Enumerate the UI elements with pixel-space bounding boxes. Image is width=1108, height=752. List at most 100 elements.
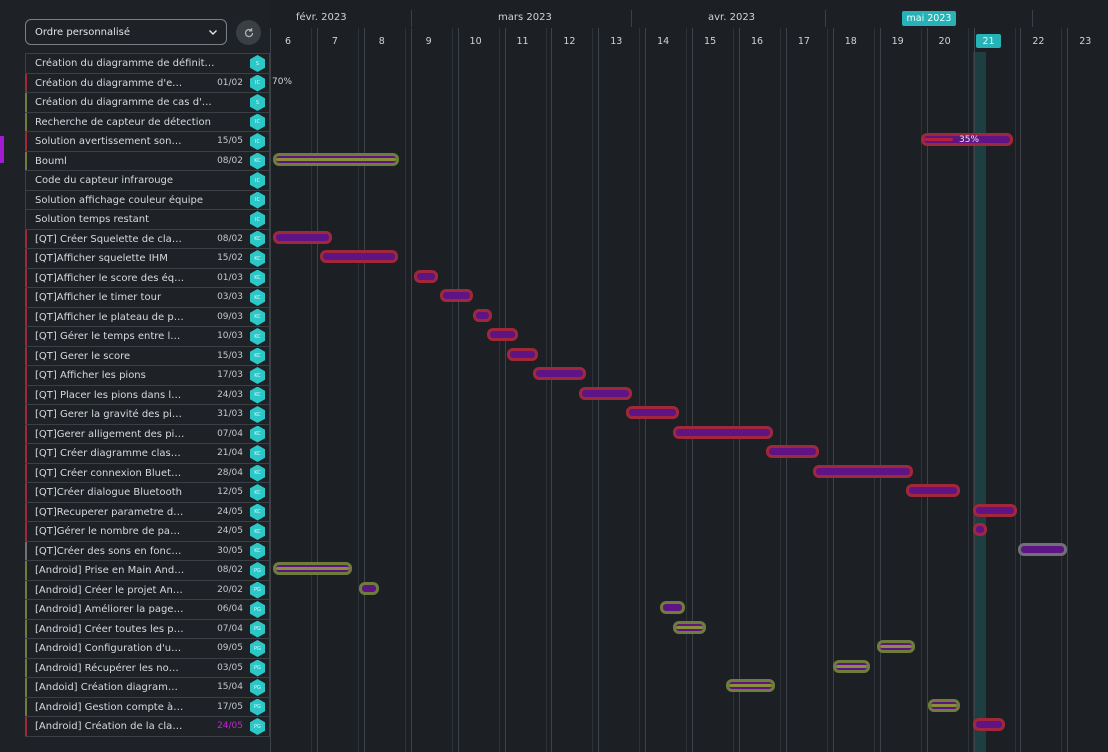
task-bar[interactable] <box>726 679 775 692</box>
assignee-badge[interactable]: PG <box>250 679 265 696</box>
task-row[interactable]: [QT]Créer des sons en fonction des résul… <box>25 541 270 561</box>
task-bar[interactable] <box>877 640 915 653</box>
task-bar[interactable] <box>673 425 773 439</box>
task-row[interactable]: [Android] Gestion compte à rebours 17/05 P… <box>25 697 270 717</box>
task-row[interactable]: Solution temps restant IC <box>26 210 270 230</box>
assignee-badge[interactable]: KC <box>250 464 265 482</box>
task-bar[interactable] <box>813 464 913 478</box>
task-bar[interactable] <box>579 386 632 400</box>
assignee-badge[interactable]: KC <box>250 152 265 170</box>
task-row[interactable]: [QT]Recuperer parametre du module de jeu… <box>25 502 270 522</box>
task-bar[interactable] <box>766 445 819 458</box>
task-row[interactable]: [QT] Afficher les pions 17/03 KC <box>25 366 270 386</box>
task-row[interactable]: [Android] Créer le projet Android 20/02 PG <box>25 580 270 600</box>
assignee-badge[interactable]: IC <box>250 172 265 189</box>
assignee-badge[interactable]: PG <box>250 640 265 657</box>
task-row[interactable]: Solution affichage couleur équipe IC <box>26 190 270 210</box>
task-row[interactable]: [Android] Créer toutes les pages IHM and… <box>25 619 270 639</box>
assignee-badge[interactable]: KC <box>250 503 265 521</box>
task-row[interactable]: [QT] Placer les pions dans le plateau 24/… <box>25 385 270 405</box>
task-bar[interactable] <box>973 718 1005 731</box>
task-row[interactable]: [QT] Gérer le temps entre les tours 10/03… <box>25 327 270 347</box>
assignee-badge[interactable]: KC <box>250 328 265 345</box>
task-bar[interactable] <box>833 659 870 673</box>
assignee-badge[interactable]: KC <box>250 542 265 560</box>
assignee-badge[interactable]: IC <box>250 74 265 92</box>
assignee-badge[interactable]: KC <box>250 230 265 248</box>
task-row[interactable]: [QT]Afficher squelette IHM 15/02 KC <box>25 249 270 269</box>
assignee-badge[interactable]: PG <box>250 698 265 716</box>
task-row[interactable]: [Android] Récupérer les noms des équipes… <box>25 658 270 678</box>
task-row[interactable]: [Android] Prise en Main Android 08/02 PG <box>25 561 270 581</box>
task-row[interactable]: [Android] Améliorer la page Paramètres 06… <box>25 600 270 620</box>
task-row[interactable]: Bouml 08/02 KC <box>25 151 270 171</box>
assignee-badge[interactable]: PG <box>250 620 265 638</box>
task-bar[interactable] <box>626 406 679 419</box>
task-bar[interactable] <box>928 698 960 712</box>
task-bar[interactable] <box>273 152 399 166</box>
task-row[interactable]: [Android] Configuration d'une partie 09/0… <box>25 639 270 659</box>
task-bar[interactable] <box>473 308 492 322</box>
task-row[interactable]: [QT] Gerer le score 15/03 KC <box>25 346 270 366</box>
assignee-badge[interactable]: KC <box>250 347 265 365</box>
task-row[interactable]: Création du diagramme de cas d'utilisati… <box>25 93 270 113</box>
assignee-badge[interactable]: KC <box>250 367 265 384</box>
task-row[interactable]: [QT]Afficher le timer tour 03/03 KC <box>25 288 270 308</box>
task-bar[interactable] <box>320 250 398 263</box>
assignee-badge[interactable]: KC <box>250 386 265 404</box>
assignee-badge[interactable]: KC <box>250 406 265 423</box>
assignee-badge[interactable]: IC <box>250 191 265 209</box>
assignee-badge[interactable]: S <box>250 55 265 72</box>
task-bar[interactable] <box>660 601 685 614</box>
assignee-badge[interactable]: KC <box>250 250 265 267</box>
assignee-badge[interactable]: KC <box>250 445 265 462</box>
task-bar[interactable] <box>906 484 960 497</box>
assignee-badge[interactable]: KC <box>250 289 265 306</box>
task-bar[interactable] <box>487 328 518 341</box>
assignee-badge[interactable]: PG <box>250 659 265 677</box>
task-row[interactable]: Recherche de capteur de détection IC <box>25 112 270 132</box>
assignee-badge[interactable]: KC <box>250 484 265 501</box>
task-row[interactable]: Création du diagramme d'exigences 01/02 IC <box>25 73 270 93</box>
task-bar[interactable] <box>414 269 438 283</box>
assignee-badge[interactable]: IC <box>250 133 265 150</box>
assignee-badge[interactable]: KC <box>250 308 265 326</box>
task-row[interactable]: [QT] Créer Squelette de classes 08/02 KC <box>25 229 270 249</box>
task-bar[interactable] <box>533 367 586 380</box>
assignee-badge[interactable]: PG <box>250 601 265 618</box>
assignee-badge[interactable]: KC <box>250 269 265 287</box>
task-row[interactable]: [QT]Gerer alligement des pions 07/04 KC <box>25 424 270 444</box>
task-bar[interactable] <box>1018 542 1067 556</box>
task-row[interactable]: [QT]Gérer le nombre de paniers disponibl… <box>25 522 270 542</box>
task-bar[interactable] <box>673 620 706 634</box>
task-row[interactable]: Code du capteur infrarouge IC <box>26 171 270 191</box>
assignee-badge[interactable]: IC <box>250 211 265 228</box>
task-bar[interactable] <box>273 230 332 244</box>
task-row[interactable]: [QT]Afficher le plateau de puissance4 09/… <box>25 307 270 327</box>
task-bar[interactable] <box>973 523 987 536</box>
task-row[interactable]: [QT]Créer dialogue Bluetooth 12/05 KC <box>25 483 270 503</box>
task-row[interactable]: [Android] Création de la classe Communic… <box>25 717 270 737</box>
task-row[interactable]: [QT]Afficher le score des équipes 01/03 KC <box>25 268 270 288</box>
task-row[interactable]: [QT] Gerer la gravité des pions 31/03 KC <box>25 405 270 425</box>
assignee-badge[interactable]: S <box>250 94 265 111</box>
assignee-badge[interactable]: PG <box>250 581 265 599</box>
task-bar[interactable] <box>440 289 473 302</box>
task-row[interactable]: [QT] Créer diagramme classes sequence 21/… <box>25 444 270 464</box>
task-row[interactable]: Solution avertissement sonore 15/05 IC <box>25 132 270 152</box>
sort-order-select[interactable]: Ordre personnalisé <box>25 19 227 45</box>
assignee-badge[interactable]: PG <box>250 562 265 579</box>
task-bar[interactable] <box>273 562 352 575</box>
task-bar[interactable] <box>973 503 1017 517</box>
task-row[interactable]: [Andoid] Création diagrammes UML 15/04 PG <box>25 678 270 698</box>
task-bar[interactable] <box>359 581 379 595</box>
assignee-badge[interactable]: IC <box>250 113 265 131</box>
task-bar[interactable]: 35% <box>921 133 1013 146</box>
task-row[interactable]: Création du diagramme de définition de b… <box>26 54 270 74</box>
assignee-badge[interactable]: KC <box>250 523 265 540</box>
assignee-badge[interactable]: KC <box>250 425 265 443</box>
task-bar[interactable] <box>507 347 538 361</box>
assignee-badge[interactable]: PG <box>250 718 265 735</box>
refresh-button[interactable] <box>236 20 261 45</box>
task-row[interactable]: [QT] Créer connexion Bluetooth 28/04 KC <box>25 463 270 483</box>
